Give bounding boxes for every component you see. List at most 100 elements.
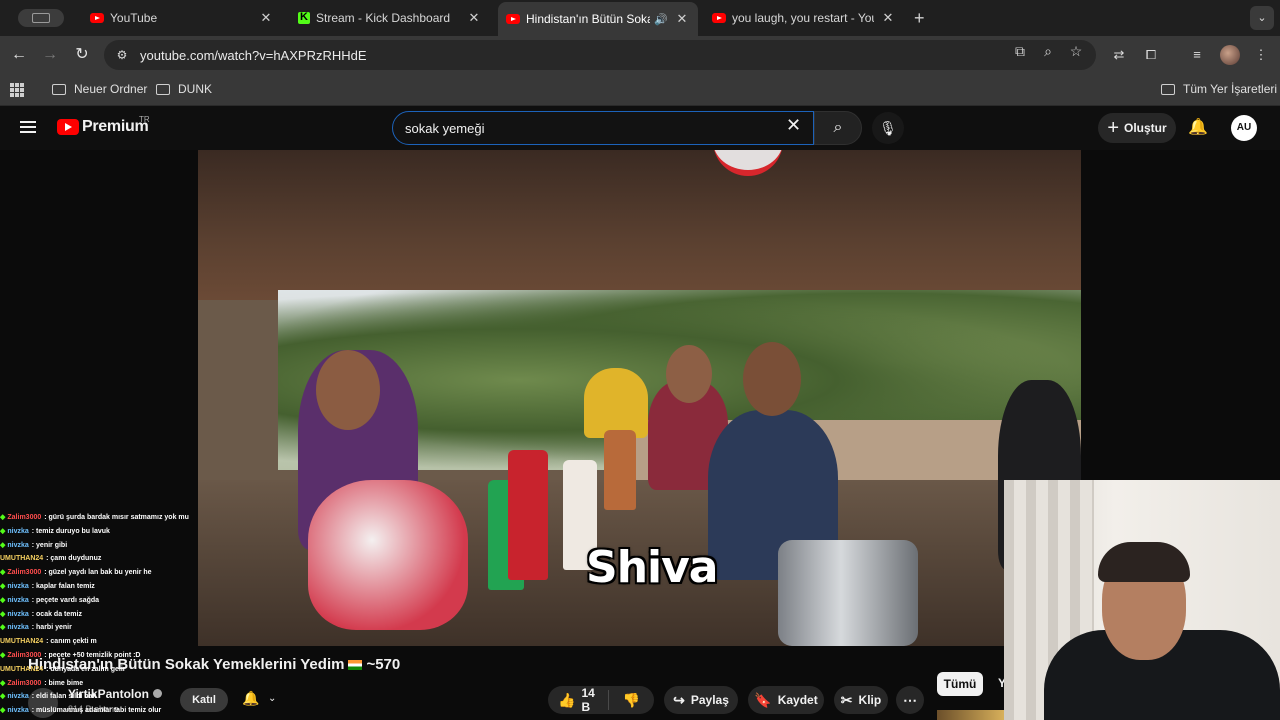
video-frame-roof: [198, 150, 1081, 300]
chat-badge-icon: ◆: [0, 610, 6, 618]
address-bar[interactable]: ⚙ youtube.com/watch?v=hAXPRzRHHdE: [104, 40, 1096, 70]
video-frame-bin: [584, 368, 648, 438]
tab-hindistan-video[interactable]: Hindistan'ın Bütün Sokak 🔊 ✕: [498, 2, 698, 36]
chat-text: gürü şurda bardak mısır satmamız yok mu: [48, 514, 189, 521]
bookmark-star-icon[interactable]: ☆: [1068, 43, 1084, 59]
chat-message: ◆ nivzka : harbi yenir: [0, 621, 200, 635]
extensions-icon[interactable]: ⧠: [1142, 46, 1160, 64]
search-query[interactable]: sokak yemeği: [405, 121, 484, 136]
video-person-head: [666, 345, 712, 403]
tab-title: you laugh, you restart - YouTu: [732, 11, 874, 25]
chat-text: müslümanmış adamlar tabi temiz olur: [36, 707, 162, 715]
chat-message: ◆ nivzka : ocak da temiz: [0, 608, 200, 622]
create-button[interactable]: + Oluştur: [1098, 113, 1176, 143]
search-input[interactable]: sokak yemeği: [392, 111, 814, 145]
chat-badge-icon: ◆: [0, 707, 6, 715]
chat-username: nivzka: [7, 527, 29, 535]
back-icon[interactable]: ←: [9, 45, 29, 65]
browser-menu-icon[interactable]: ⋮: [1252, 46, 1270, 64]
chat-badge-icon: ◆: [0, 679, 6, 687]
tab-kick-dashboard[interactable]: Stream - Kick Dashboard ✕: [290, 4, 490, 32]
speaker-icon[interactable]: 🔊: [654, 13, 668, 26]
chat-username: nivzka: [7, 596, 29, 604]
apps-grid-icon[interactable]: [10, 83, 24, 97]
chat-message: ◆ nivzka : eldi falan sildi bak: [0, 690, 200, 704]
zoom-icon[interactable]: ⌕: [1040, 43, 1056, 59]
chat-message: UMUTHAN24 : çamı duydunuz: [0, 552, 200, 566]
tab-youtube[interactable]: YouTube ✕: [82, 4, 282, 32]
webcam-person-hair: [1098, 542, 1190, 582]
chat-message: UMUTHAN24 : dünyada en zalim gelir: [0, 663, 200, 677]
reload-icon[interactable]: ↻: [72, 45, 92, 65]
share-label: Paylaş: [690, 693, 729, 707]
bookmark-folder-dunk[interactable]: DUNK: [156, 82, 212, 96]
forward-icon[interactable]: →: [40, 45, 60, 65]
save-button[interactable]: 🔖 Kaydet: [748, 686, 824, 714]
subscription-bell-icon[interactable]: 🔔: [242, 690, 259, 707]
clear-search-icon[interactable]: ✕: [786, 115, 801, 136]
browser-profile-avatar[interactable]: [1220, 45, 1240, 65]
chat-badge-icon: ◆: [0, 596, 6, 604]
youtube-header: Premium TR sokak yemeği ✕ ⌕ 🎙 + Oluştur …: [0, 106, 1280, 150]
tab-title: Stream - Kick Dashboard: [316, 11, 451, 25]
close-tab-icon[interactable]: ✕: [880, 10, 896, 26]
account-avatar[interactable]: AU: [1231, 115, 1257, 141]
chat-badge-icon: ◆: [0, 624, 6, 632]
tab-search-chevron-icon[interactable]: ⌄: [1250, 6, 1274, 30]
close-tab-icon[interactable]: ✕: [258, 10, 274, 26]
india-flag-icon: [348, 660, 363, 671]
clip-button[interactable]: ✂ Klip: [834, 686, 888, 714]
new-tab-icon[interactable]: +: [914, 8, 925, 29]
scissors-icon: ✂: [840, 691, 853, 708]
site-info-icon[interactable]: ⚙: [114, 47, 130, 63]
chip-all[interactable]: Tümü: [937, 672, 983, 696]
tab-you-laugh[interactable]: you laugh, you restart - YouTu ✕: [704, 4, 904, 32]
chat-username: nivzka: [7, 610, 29, 618]
youtube-premium-logo[interactable]: Premium TR: [57, 115, 150, 136]
thumbs-down-icon: 👎: [622, 691, 640, 708]
media-controls-icon[interactable]: ≡: [1188, 46, 1206, 64]
video-title-suffix: ~570: [366, 656, 401, 673]
more-actions-button[interactable]: ⋯: [896, 686, 924, 714]
chat-message: ◆ nivzka : kaplar falan temiz: [0, 580, 200, 594]
related-video-thumbnail[interactable]: [937, 710, 1005, 720]
menu-hamburger-icon[interactable]: [20, 121, 36, 133]
video-player[interactable]: Shiva: [198, 150, 1081, 646]
tab-group-icon[interactable]: [18, 9, 64, 27]
chat-username: UMUTHAN24: [0, 555, 44, 563]
folder-icon: [1161, 83, 1175, 95]
chevron-down-icon[interactable]: ⌄: [268, 693, 276, 704]
url-text[interactable]: youtube.com/watch?v=hAXPRzRHHdE: [140, 48, 367, 63]
share-button[interactable]: ↪ Paylaş: [664, 686, 738, 714]
more-dots-icon: ⋯: [903, 691, 917, 708]
translate-icon[interactable]: ⇄: [1110, 46, 1128, 64]
chat-message: ◆ Zalim3000 : bime bime: [0, 677, 200, 691]
close-tab-icon[interactable]: ✕: [674, 11, 690, 27]
chat-username: Zalim3000: [7, 569, 42, 577]
thumbs-up-icon: 👍: [558, 691, 576, 708]
chat-username: nivzka: [7, 707, 29, 715]
kick-favicon-icon: [298, 11, 310, 24]
chat-text: yenir gibi: [36, 541, 68, 549]
chat-text: temiz duruyo bu lavuk: [36, 527, 110, 535]
chat-username: Zalim3000: [7, 514, 42, 521]
dislike-button[interactable]: 👎: [609, 692, 654, 709]
chat-message: ◆ Zalim3000 : güzel yaydı lan bak bu yeni…: [0, 566, 200, 580]
video-frame-bottle: [508, 450, 548, 580]
youtube-favicon-icon: [90, 13, 104, 23]
plus-icon: +: [1107, 117, 1119, 139]
search-icon: ⌕: [833, 119, 843, 136]
bookmark-folder-neuer-ordner[interactable]: Neuer Ordner: [52, 82, 147, 96]
chat-message: ◆ nivzka : müslümanmış adamlar tabi temiz…: [0, 704, 200, 718]
close-tab-icon[interactable]: ✕: [466, 10, 482, 26]
chat-badge-icon: ◆: [0, 582, 6, 590]
chat-badge-icon: ◆: [0, 527, 6, 535]
voice-search-mic-icon[interactable]: 🎙: [872, 112, 904, 144]
chat-text: peçete +50 temizlik point :D: [48, 651, 141, 659]
install-app-icon[interactable]: ⧉: [1012, 43, 1028, 59]
like-button[interactable]: 👍 14 B: [548, 686, 609, 714]
all-bookmarks[interactable]: Tüm Yer İşaretleri: [1161, 82, 1277, 96]
notifications-bell-icon[interactable]: 🔔: [1188, 117, 1208, 137]
country-code: TR: [139, 115, 150, 124]
search-button[interactable]: ⌕: [814, 111, 862, 145]
